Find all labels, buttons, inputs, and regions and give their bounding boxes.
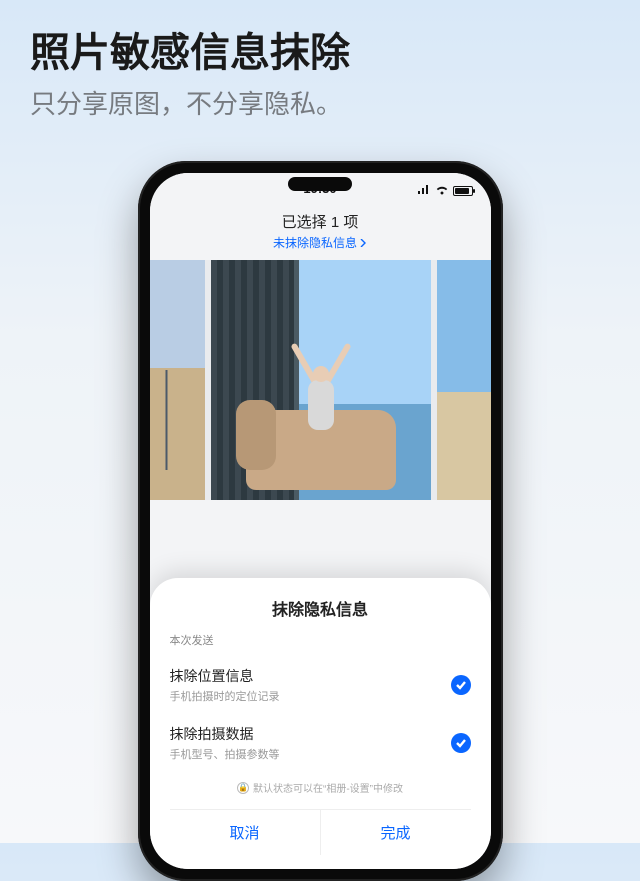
sheet-section-label: 本次发送 <box>170 632 471 648</box>
wifi-icon <box>435 183 449 198</box>
page-subtitle: 只分享原图，不分享隐私。 <box>0 84 640 121</box>
check-icon[interactable] <box>451 675 471 695</box>
camera-cutout <box>288 177 352 191</box>
phone-frame: 19:30 已选择 1 项 未抹除隐私信息 <box>138 161 503 881</box>
check-icon[interactable] <box>451 733 471 753</box>
row-desc: 手机型号、拍摄参数等 <box>170 746 280 762</box>
battery-icon <box>453 186 473 196</box>
signal-icon <box>417 183 431 198</box>
row-erase-location[interactable]: 抹除位置信息 手机拍摄时的定位记录 <box>170 656 471 714</box>
privacy-status-label: 未抹除隐私信息 <box>273 234 357 251</box>
photo-thumb[interactable] <box>437 260 491 500</box>
privacy-sheet: 抹除隐私信息 本次发送 抹除位置信息 手机拍摄时的定位记录 抹除拍摄数据 手机型… <box>150 578 491 869</box>
sheet-hint: 🔒 默认状态可以在“相册-设置”中修改 <box>170 780 471 795</box>
row-title: 抹除拍摄数据 <box>170 724 280 744</box>
chevron-right-icon <box>359 239 367 247</box>
done-button[interactable]: 完成 <box>321 810 471 855</box>
photo-thumb[interactable] <box>150 260 205 500</box>
appbar: 已选择 1 项 未抹除隐私信息 <box>150 207 491 260</box>
row-desc: 手机拍摄时的定位记录 <box>170 688 280 704</box>
phone-screen: 19:30 已选择 1 项 未抹除隐私信息 <box>150 173 491 869</box>
sheet-title: 抹除隐私信息 <box>170 596 471 620</box>
sheet-hint-text: 默认状态可以在“相册-设置”中修改 <box>253 780 403 795</box>
appbar-title: 已选择 1 项 <box>150 211 491 232</box>
photo-gallery[interactable] <box>150 260 491 500</box>
privacy-status-link[interactable]: 未抹除隐私信息 <box>273 234 367 251</box>
page-title: 照片敏感信息抹除 <box>0 0 640 84</box>
row-title: 抹除位置信息 <box>170 666 280 686</box>
lock-icon: 🔒 <box>237 782 249 794</box>
photo-thumb-selected[interactable] <box>211 260 431 500</box>
row-erase-shot-data[interactable]: 抹除拍摄数据 手机型号、拍摄参数等 <box>170 714 471 772</box>
cancel-button[interactable]: 取消 <box>170 810 320 855</box>
